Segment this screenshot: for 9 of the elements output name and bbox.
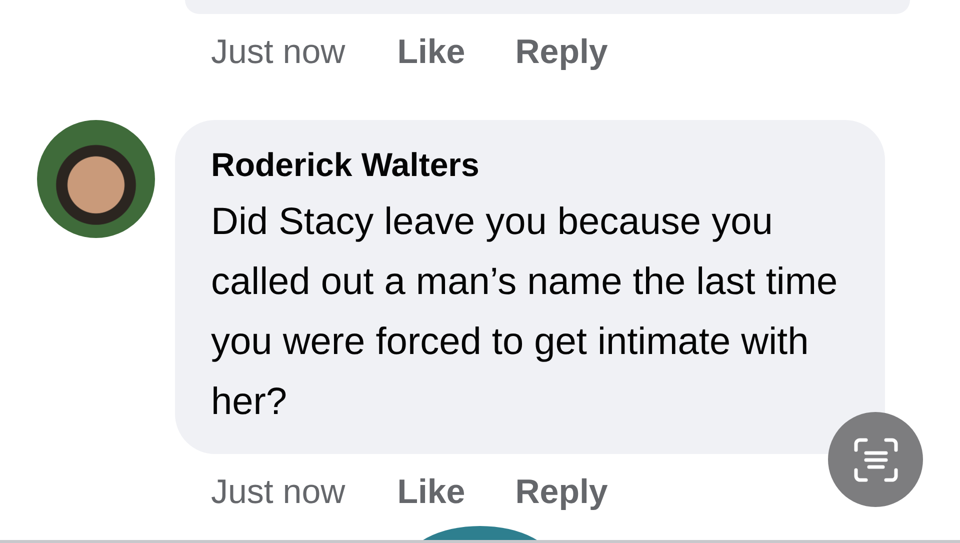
like-link[interactable]: Like: [397, 32, 466, 72]
author-name: Roderick Walters: [211, 146, 480, 184]
reply-link[interactable]: Reply: [515, 472, 608, 512]
reply-link[interactable]: Reply: [515, 32, 608, 72]
timestamp: Just now: [211, 32, 346, 72]
comment-text: Did Stacy leave you because you called out a man’s name the last time you were forced to get intimate with her?: [211, 200, 839, 425]
timestamp: Just now: [211, 472, 346, 512]
scan-text-icon: [852, 436, 900, 484]
like-link[interactable]: Like: [397, 472, 466, 512]
